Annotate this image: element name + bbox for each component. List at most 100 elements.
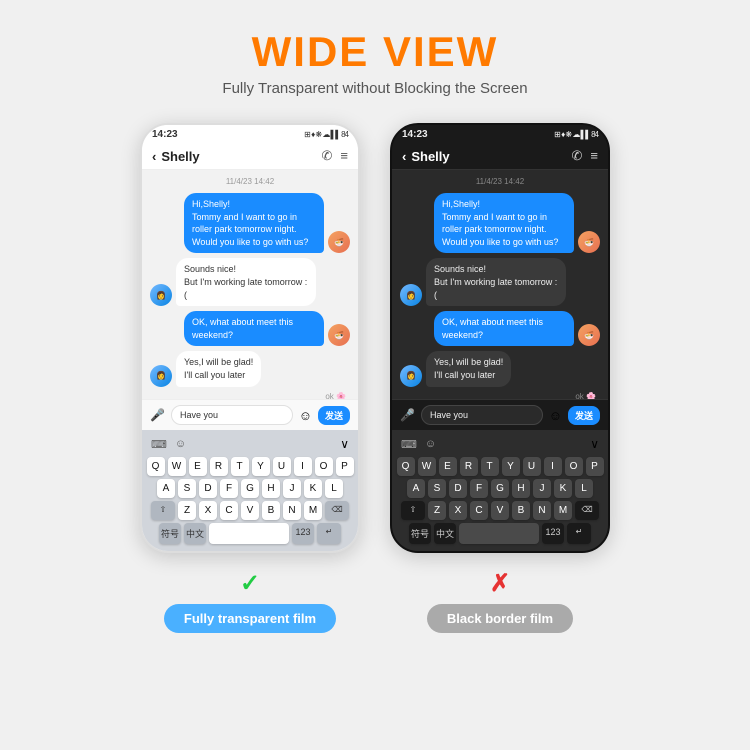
key-b[interactable]: B [262,501,280,520]
left-send-btn[interactable]: 发送 [318,406,350,425]
right-status-time: 14:23 [402,129,428,140]
right-back-icon[interactable]: ‹ [402,149,406,164]
right-kb-icon1[interactable]: ⌨ [401,438,417,451]
rkey-x[interactable]: X [449,501,467,520]
key-q[interactable]: Q [147,457,165,476]
rkey-o[interactable]: O [565,457,583,476]
rkey-k[interactable]: K [554,479,572,498]
left-mic-icon[interactable]: 🎤 [150,408,165,422]
key-w[interactable]: W [168,457,186,476]
key-g[interactable]: G [241,479,259,498]
rkey-chinese[interactable]: 中文 [434,523,456,544]
rkey-w[interactable]: W [418,457,436,476]
left-msg-4: 👩 Yes,I will be glad!I'll call you later [150,351,350,386]
key-v[interactable]: V [241,501,259,520]
key-r[interactable]: R [210,457,228,476]
key-y[interactable]: Y [252,457,270,476]
right-menu-icon[interactable]: ≡ [590,148,598,164]
key-x[interactable]: X [199,501,217,520]
left-back-icon[interactable]: ‹ [152,149,156,164]
rkey-p[interactable]: P [586,457,604,476]
rkey-l[interactable]: L [575,479,593,498]
key-del[interactable]: ⌫ [325,501,349,520]
rkey-s[interactable]: S [428,479,446,498]
key-h[interactable]: H [262,479,280,498]
key-e[interactable]: E [189,457,207,476]
key-p[interactable]: P [336,457,354,476]
right-mic-icon[interactable]: 🎤 [400,408,415,422]
rkey-e[interactable]: E [439,457,457,476]
left-avatar-4: 👩 [150,365,172,387]
left-avatar-1: 🍜 [328,231,350,253]
right-send-btn[interactable]: 发送 [568,406,600,425]
rkey-y[interactable]: Y [502,457,520,476]
key-123[interactable]: 123 [292,523,314,544]
right-ok-label: ok 🌸 [400,392,600,399]
subtitle: Fully Transparent without Blocking the S… [222,80,527,97]
rkey-space[interactable] [459,523,539,544]
left-phone-wrapper: 14:23 ⊞ ♦ ❋ ☁ ▌▌ 84 ‹ Shelly ✆ ≡ [140,123,360,633]
key-o[interactable]: O [315,457,333,476]
rkey-g[interactable]: G [491,479,509,498]
left-avatar-2: 👩 [150,284,172,306]
right-date-label: 11/4/23 14:42 [400,177,600,186]
key-shift[interactable]: ⇧ [151,501,175,520]
right-bubble-4: Yes,I will be glad!I'll call you later [426,351,511,386]
rkey-f[interactable]: F [470,479,488,498]
key-l[interactable]: L [325,479,343,498]
rkey-shift[interactable]: ⇧ [401,501,425,520]
key-a[interactable]: A [157,479,175,498]
left-kb-icon2[interactable]: ☺ [175,438,186,451]
key-n[interactable]: N [283,501,301,520]
rkey-enter[interactable]: ↵ [567,523,591,544]
rkey-m[interactable]: M [554,501,572,520]
key-d[interactable]: D [199,479,217,498]
key-i[interactable]: I [294,457,312,476]
rkey-q[interactable]: Q [397,457,415,476]
right-input-field[interactable]: Have you [421,405,543,425]
left-kb-chevron[interactable]: ∨ [340,437,349,451]
key-u[interactable]: U [273,457,291,476]
left-emoji-icon[interactable]: ☺ [299,408,312,423]
rkey-j[interactable]: J [533,479,551,498]
rkey-u[interactable]: U [523,457,541,476]
rkey-c[interactable]: C [470,501,488,520]
rkey-del[interactable]: ⌫ [575,501,599,520]
key-t[interactable]: T [231,457,249,476]
rkey-d[interactable]: D [449,479,467,498]
key-s[interactable]: S [178,479,196,498]
rkey-v[interactable]: V [491,501,509,520]
left-chat-header: ‹ Shelly ✆ ≡ [142,143,358,170]
rkey-a[interactable]: A [407,479,425,498]
left-menu-icon[interactable]: ≡ [340,148,348,164]
left-kb-icon1[interactable]: ⌨ [151,438,167,451]
key-symbols[interactable]: 符号 [159,523,181,544]
rkey-symbols[interactable]: 符号 [409,523,431,544]
right-keyboard-toolbar: ⌨ ☺ ∨ [395,434,605,454]
rkey-123[interactable]: 123 [542,523,564,544]
key-j[interactable]: J [283,479,301,498]
right-emoji-icon[interactable]: ☺ [549,408,562,423]
rkey-r[interactable]: R [460,457,478,476]
right-bottom-row: ✗ [490,569,510,598]
rkey-z[interactable]: Z [428,501,446,520]
key-enter[interactable]: ↵ [317,523,341,544]
key-c[interactable]: C [220,501,238,520]
key-chinese[interactable]: 中文 [184,523,206,544]
key-m[interactable]: M [304,501,322,520]
key-z[interactable]: Z [178,501,196,520]
right-phone-icon[interactable]: ✆ [572,148,583,164]
left-key-row-4: 符号 中文 123 ↵ [145,523,355,544]
key-k[interactable]: K [304,479,322,498]
right-kb-chevron[interactable]: ∨ [590,437,599,451]
left-phone-icon[interactable]: ✆ [322,148,333,164]
rkey-i[interactable]: I [544,457,562,476]
key-space[interactable] [209,523,289,544]
right-kb-icon2[interactable]: ☺ [425,438,436,451]
rkey-t[interactable]: T [481,457,499,476]
rkey-h[interactable]: H [512,479,530,498]
rkey-b[interactable]: B [512,501,530,520]
rkey-n[interactable]: N [533,501,551,520]
key-f[interactable]: F [220,479,238,498]
left-input-field[interactable]: Have you [171,405,293,425]
